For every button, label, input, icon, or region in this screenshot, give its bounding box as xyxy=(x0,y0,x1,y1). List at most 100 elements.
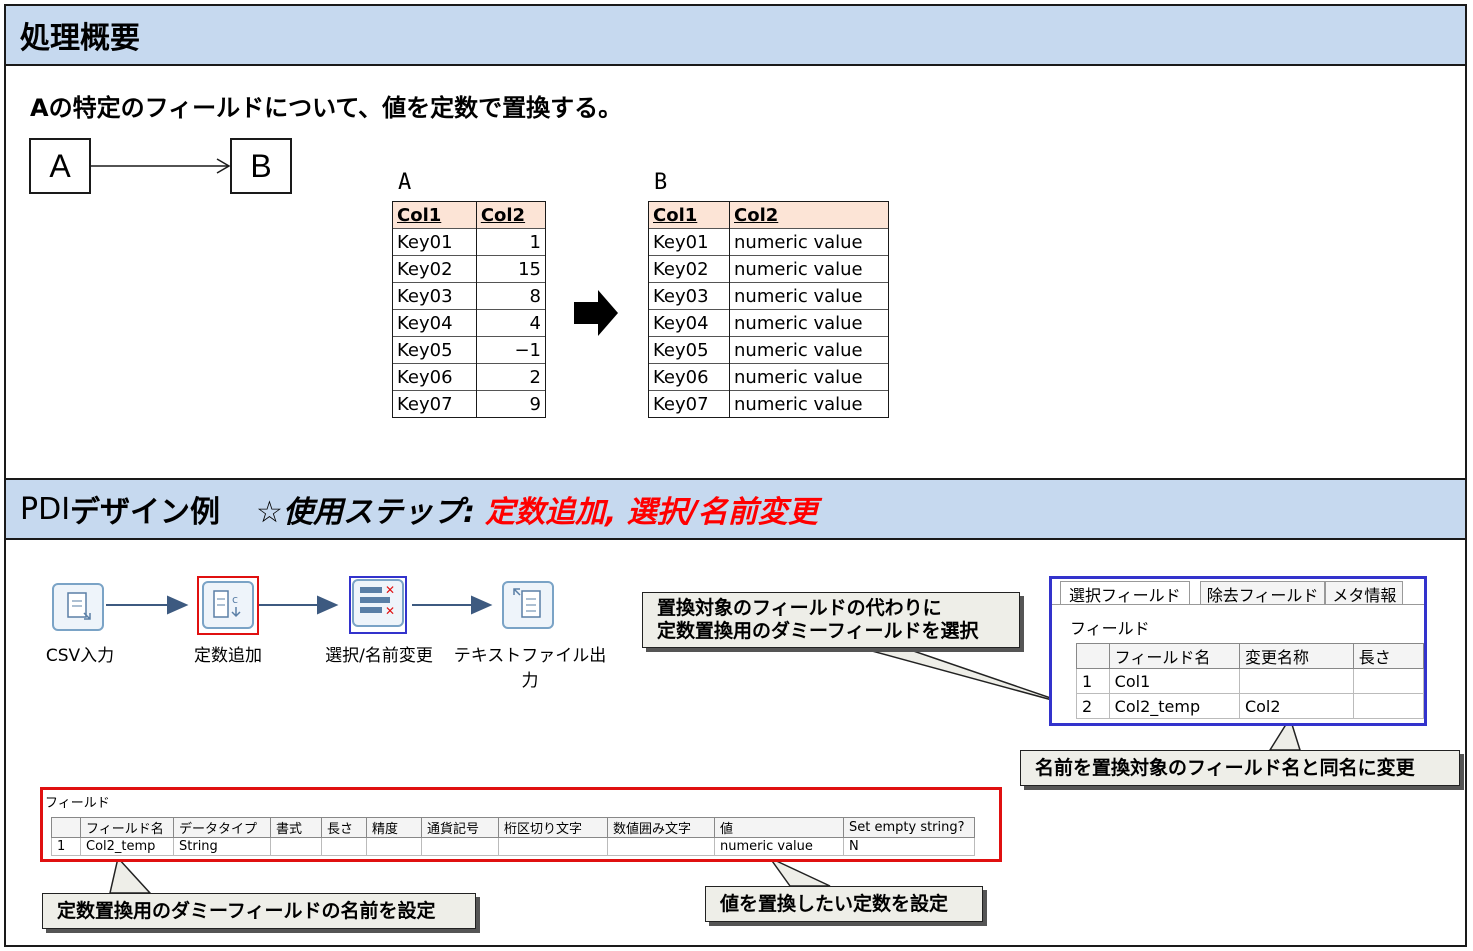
table-b-cell: numeric value xyxy=(729,255,889,283)
tab-divider xyxy=(1052,604,1424,605)
select-section-label: フィールド xyxy=(1070,619,1150,638)
callout-rename: 名前を置換対象のフィールド名と同名に変更 xyxy=(1020,750,1460,786)
select-tabs: 選択フィールド 除去フィールド メタ情報 xyxy=(1060,581,1404,605)
overview-header: 処理概要 xyxy=(4,4,1467,66)
select-fields-grid: フィールド名 変更名称 長さ 1 Col1 2 Col2_temp Col2 xyxy=(1076,643,1424,719)
table-b-row: Key07 numeric value xyxy=(648,390,889,418)
table-a-cell: Key05 xyxy=(392,336,477,364)
table-a-cell: 2 xyxy=(475,363,547,391)
fld-col-length[interactable]: 長さ xyxy=(321,817,367,838)
fld-col-datatype[interactable]: データタイプ xyxy=(173,817,271,838)
table-b-cell: numeric value xyxy=(729,390,889,418)
fld-grid-cell[interactable]: Col2_temp xyxy=(80,837,174,856)
fld-col-format[interactable]: 書式 xyxy=(270,817,322,838)
table-a-row: Key04 4 xyxy=(392,309,547,337)
pdi-title-main: デザイン例 xyxy=(70,495,221,530)
table-b: Col1 Col2 Key01 numeric value Key02 numeric… xyxy=(648,201,889,418)
pdi-header: PDI デザイン例 ☆使用ステップ: 定数追加, 選択/名前変更 xyxy=(4,478,1467,540)
sel-col-fieldname[interactable]: フィールド名 xyxy=(1108,643,1240,669)
table-b-label: B xyxy=(654,170,668,195)
table-b-header-col2: Col2 xyxy=(729,201,889,229)
svg-text:✕: ✕ xyxy=(385,604,395,618)
fld-grid-cell[interactable]: numeric value xyxy=(714,837,844,856)
table-a: Col1 Col2 Key01 1 Key02 15 Key03 8 Key04 4 Key05… xyxy=(392,201,547,418)
table-a-cell: 9 xyxy=(475,390,547,418)
sel-grid-cell[interactable]: Col2_temp xyxy=(1108,693,1240,719)
fld-grid-cell[interactable]: N xyxy=(843,837,975,856)
sel-grid-cell[interactable] xyxy=(1352,668,1424,694)
select-rename-icon[interactable]: ✕ ✕ xyxy=(352,579,404,627)
sel-col-length[interactable]: 長さ xyxy=(1352,643,1424,669)
svg-text:c: c xyxy=(232,593,238,606)
flow-box-b: B xyxy=(230,138,292,194)
fld-grid-cell[interactable] xyxy=(270,837,322,856)
fld-col-currency[interactable]: 通貨記号 xyxy=(421,817,499,838)
table-a-row: Key06 2 xyxy=(392,363,547,391)
field-section-label: フィールド xyxy=(45,796,110,811)
table-b-header-col1: Col1 xyxy=(648,201,730,229)
sel-col-rename[interactable]: 変更名称 xyxy=(1238,643,1354,669)
pdi-steps-list: 定数追加, 選択/名前変更 xyxy=(484,495,818,530)
tab-remove-fields[interactable]: 除去フィールド xyxy=(1199,581,1326,605)
fld-grid-cell[interactable]: String xyxy=(173,837,271,856)
step-label-add-constants: 定数追加 xyxy=(194,646,262,666)
fld-grid-cell[interactable] xyxy=(607,837,715,856)
sel-col-index xyxy=(1076,643,1110,669)
flow-box-b-label: B xyxy=(250,147,272,184)
diagram-root: 処理概要 Aの特定のフィールドについて、値を定数で置換する。 A B A Col… xyxy=(0,0,1473,951)
table-a-cell: 4 xyxy=(475,309,547,337)
table-a-label: A xyxy=(398,170,412,195)
text-file-output-icon[interactable] xyxy=(502,581,554,629)
transform-arrow-icon xyxy=(574,290,618,336)
fld-grid-cell[interactable] xyxy=(421,837,499,856)
fld-grid-cell[interactable] xyxy=(321,837,367,856)
table-a-cell: Key04 xyxy=(392,309,477,337)
callout-field-name: 定数置換用のダミーフィールドの名前を設定 xyxy=(42,893,476,929)
fld-col-precision[interactable]: 精度 xyxy=(366,817,422,838)
fld-grid-cell[interactable] xyxy=(366,837,422,856)
fld-col-grouping[interactable]: 桁区切り文字 xyxy=(498,817,608,838)
callout-select-line1: 置換対象のフィールドの代わりに xyxy=(657,597,942,619)
sel-grid-cell[interactable]: Col2 xyxy=(1238,693,1354,719)
fld-grid-cell: 1 xyxy=(51,837,81,856)
table-a-cell: Key06 xyxy=(392,363,477,391)
table-a-row: Key03 8 xyxy=(392,282,547,310)
fld-col-set-empty[interactable]: Set empty string? xyxy=(843,817,975,838)
table-a-cell: Key03 xyxy=(392,282,477,310)
add-constants-field-dialog: フィールド フィールド名 データタイプ 書式 長さ 精度 通貨記号 桁区切り文字… xyxy=(40,787,1002,862)
sel-grid-row[interactable]: 2 Col2_temp Col2 xyxy=(1076,693,1424,719)
sel-grid-cell: 2 xyxy=(1076,693,1110,719)
table-b-cell: numeric value xyxy=(729,336,889,364)
table-a-row: Key07 9 xyxy=(392,390,547,418)
table-b-cell: Key06 xyxy=(648,363,730,391)
sel-grid-cell[interactable] xyxy=(1238,668,1354,694)
overview-description: Aの特定のフィールドについて、値を定数で置換する。 xyxy=(30,94,623,122)
table-a-cell: 8 xyxy=(475,282,547,310)
table-b-cell: numeric value xyxy=(729,228,889,256)
fld-col-value[interactable]: 値 xyxy=(714,817,844,838)
fld-col-fieldname[interactable]: フィールド名 xyxy=(80,817,174,838)
tab-select-fields[interactable]: 選択フィールド xyxy=(1060,581,1190,605)
overview-title: 処理概要 xyxy=(20,21,140,56)
sel-grid-row[interactable]: 1 Col1 xyxy=(1076,668,1424,694)
constants-fields-grid: フィールド名 データタイプ 書式 長さ 精度 通貨記号 桁区切り文字 数値囲み文… xyxy=(51,817,975,856)
table-b-cell: Key04 xyxy=(648,309,730,337)
table-a-cell: Key02 xyxy=(392,255,477,283)
sel-grid-cell[interactable]: Col1 xyxy=(1108,668,1240,694)
table-b-cell: Key05 xyxy=(648,336,730,364)
fld-grid-cell[interactable] xyxy=(498,837,608,856)
table-a-row: Key02 15 xyxy=(392,255,547,283)
step-label-select-rename: 選択/名前変更 xyxy=(325,646,433,666)
csv-input-icon[interactable] xyxy=(52,583,104,631)
tab-meta-info[interactable]: メタ情報 xyxy=(1325,581,1404,605)
add-constants-icon[interactable]: c xyxy=(202,581,254,629)
fld-grid-row[interactable]: 1 Col2_temp String numeric value N xyxy=(51,837,975,856)
step-connectors xyxy=(106,595,493,615)
table-a-header-col1: Col1 xyxy=(392,201,477,229)
table-b-cell: Key03 xyxy=(648,282,730,310)
table-b-row: Key04 numeric value xyxy=(648,309,889,337)
svg-text:✕: ✕ xyxy=(385,583,395,597)
fld-col-index xyxy=(51,817,81,838)
sel-grid-cell[interactable] xyxy=(1352,693,1424,719)
fld-col-decimal[interactable]: 数値囲み文字 xyxy=(607,817,715,838)
